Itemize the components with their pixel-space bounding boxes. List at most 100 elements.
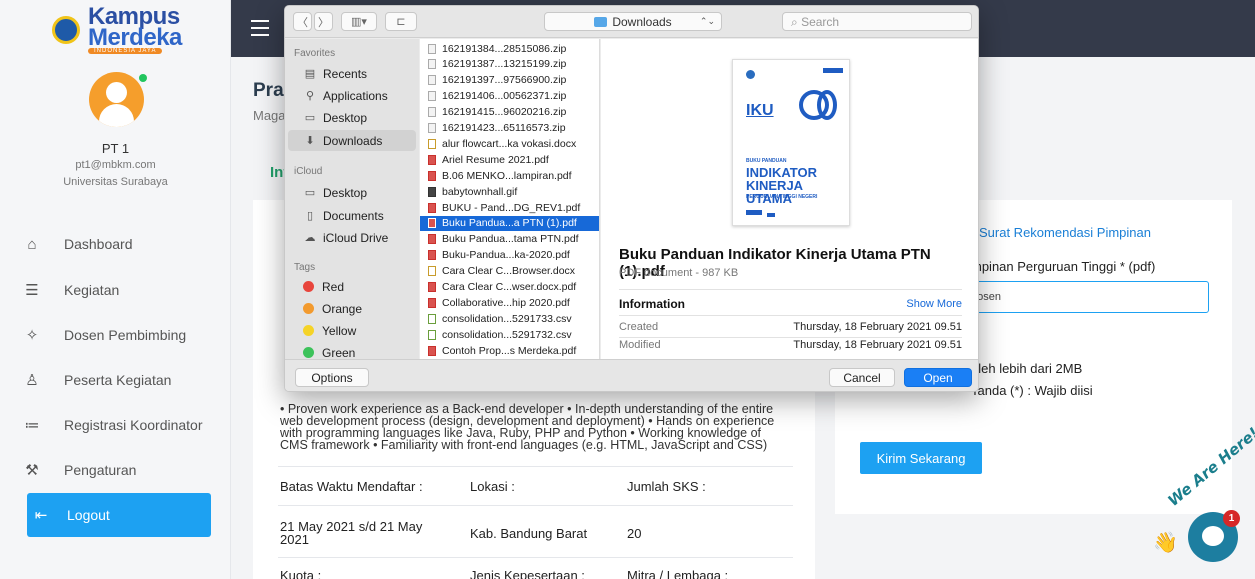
avatar-body [99, 104, 134, 127]
sidebar-item-desktop[interactable]: ▭ Desktop [288, 107, 416, 128]
file-row[interactable]: consolidation...5291733.csv [420, 311, 599, 326]
quota-header: Kuota : [280, 568, 322, 579]
cover-decoration [746, 210, 762, 215]
sidebar-item-applications[interactable]: ⚲ Applications [288, 85, 416, 106]
submit-button[interactable]: Kirim Sekarang [860, 442, 982, 474]
cancel-button[interactable]: Cancel [829, 368, 895, 387]
file-row[interactable]: Contoh Prop...s Merdeka.pdf [420, 343, 599, 358]
user-university: Universitas Surabaya [63, 176, 168, 188]
file-row[interactable]: Buku Pandua...tama PTN.pdf [420, 232, 599, 247]
view-mode-button[interactable]: ▥▾ [341, 12, 377, 31]
tags-head: Tags [294, 262, 316, 273]
message-icon: ☰ [25, 282, 39, 299]
open-button[interactable]: Open [904, 368, 972, 387]
wave-hand-icon: 👋 [1153, 532, 1178, 554]
cover-logo-text: IKU [746, 102, 774, 119]
sidebar-item-kegiatan[interactable]: ☰ Kegiatan [20, 270, 211, 310]
home-icon: ⌂ [27, 235, 37, 253]
zip-file-icon [428, 43, 436, 54]
chevron-updown-icon: ⌃⌄ [699, 16, 715, 26]
new-folder-button[interactable]: ⊏ [385, 12, 417, 31]
icloud-head: iCloud [294, 166, 323, 177]
file-open-dialog: 〈 〉 ▥▾ ⊏ Downloads ⌃⌄ ⌕ Search Favorites… [284, 5, 979, 392]
forward-button[interactable]: 〉 [314, 12, 333, 31]
sidebar-item-label: Peserta Kegiatan [64, 372, 172, 388]
sidebar-label: iCloud Drive [323, 230, 389, 245]
location-select[interactable]: Downloads ⌃⌄ [544, 12, 722, 31]
search-input[interactable]: ⌕ Search [782, 12, 972, 31]
doc-file-icon [428, 138, 436, 149]
avatar[interactable] [89, 72, 144, 127]
file-row[interactable]: 162191423...65116573.zip [420, 121, 599, 136]
dialog-sidebar: Favorites ▤ Recents ⚲ Applications ▭ Deskto… [285, 39, 419, 360]
cover-decoration [767, 213, 775, 217]
sidebar-item-dashboard[interactable]: ⌂ Dashboard [20, 224, 211, 264]
file-upload-input[interactable]: hosen [960, 281, 1209, 313]
options-button[interactable]: Options [295, 368, 369, 387]
location-value: Kab. Bandung Barat [470, 526, 588, 541]
kampus-merdeka-logo[interactable]: Kampus Merdeka INDONESIA JAYA [52, 5, 202, 54]
page-title: Pra [253, 80, 284, 101]
sidebar-item-pengaturan[interactable]: ⚒ Pengaturan [20, 450, 211, 490]
file-name: B.06 MENKO...lampiran.pdf [442, 169, 572, 182]
cover-line3: PERGURUAN TINGGI NEGERI [746, 194, 818, 200]
file-row[interactable]: 162191415...96020216.zip [420, 105, 599, 120]
file-row[interactable]: 162191406...00562371.zip [420, 89, 599, 104]
avatar-head [106, 82, 127, 103]
sidebar-item-recents[interactable]: ▤ Recents [288, 63, 416, 84]
file-row[interactable]: BUKU - Pand...DG_REV1.pdf [420, 200, 599, 215]
file-name: Collaborative...hip 2020.pdf [442, 296, 570, 309]
pdf-file-icon [428, 234, 436, 245]
file-row[interactable]: 162191387...13215199.zip [420, 57, 599, 72]
file-row[interactable]: Buku-Pandua...ka-2020.pdf [420, 248, 599, 263]
created-value: Thursday, 18 February 2021 09.51 [793, 321, 962, 333]
divider [619, 315, 962, 316]
recommendation-link[interactable]: Surat Rekomendasi Pimpinan [979, 225, 1151, 240]
downloads-icon: ⬇ [305, 135, 315, 147]
sidebar-item-downloads[interactable]: ⬇ Downloads [288, 130, 416, 151]
cover-decoration [823, 68, 843, 73]
pdf-file-icon [428, 297, 436, 308]
back-button[interactable]: 〈 [293, 12, 312, 31]
dialog-toolbar: 〈 〉 ▥▾ ⊏ Downloads ⌃⌄ ⌕ Search [285, 6, 978, 38]
tag-yellow[interactable]: Yellow [288, 320, 416, 341]
tag-red[interactable]: Red [288, 276, 416, 297]
preview-file-kind: PDF document - 987 KB [619, 267, 739, 279]
sidebar-item-label: Pengaturan [64, 462, 137, 478]
file-row[interactable]: Ariel Resume 2021.pdf [420, 152, 599, 167]
file-row[interactable]: Collaborative...hip 2020.pdf [420, 295, 599, 310]
sidebar: Kampus Merdeka INDONESIA JAYA PT 1 pt1@m… [0, 0, 231, 579]
applications-icon: ⚲ [305, 90, 315, 102]
sidebar-item-dosen-pembimbing[interactable]: ✧ Dosen Pembimbing [20, 315, 211, 355]
sidebar-item-icloud-desktop[interactable]: ▭ Desktop [288, 182, 416, 203]
logo-line2: Merdeka [88, 24, 182, 51]
modified-value: Thursday, 18 February 2021 09.51 [793, 339, 962, 351]
file-row[interactable]: B.06 MENKO...lampiran.pdf [420, 168, 599, 183]
file-row[interactable]: 162191397...97566900.zip [420, 73, 599, 88]
modified-label: Modified [619, 339, 661, 351]
book-cover-thumbnail: IKU BUKU PANDUAN INDIKATOR KINERJA UTAMA … [732, 59, 850, 226]
file-name: 162191423...65116573.zip [442, 122, 566, 134]
file-row[interactable]: consolidation...5291732.csv [420, 327, 599, 342]
zip-file-icon [428, 107, 436, 118]
sidebar-item-registrasi-koordinator[interactable]: ≔ Registrasi Koordinator [20, 405, 211, 445]
tag-orange[interactable]: Orange [288, 298, 416, 319]
orange-tag-icon [303, 303, 314, 314]
file-row[interactable]: Cara Clear C...Browser.docx [420, 264, 599, 279]
file-list: 162191384...28515086.zip 162191387...1321… [420, 39, 600, 359]
file-row[interactable]: 162191384...28515086.zip [420, 41, 599, 56]
sidebar-item-documents[interactable]: ▯ Documents [288, 205, 416, 226]
sidebar-item-icloud-drive[interactable]: ☁ iCloud Drive [288, 227, 416, 248]
file-row[interactable]: alur flowcart...ka vokasi.docx [420, 136, 599, 151]
user-name: PT 1 [101, 141, 130, 156]
file-row[interactable]: babytownhall.gif [420, 184, 599, 199]
sidebar-item-peserta-kegiatan[interactable]: ♙ Peserta Kegiatan [20, 360, 211, 400]
file-row[interactable]: Cara Clear C...wser.docx.pdf [420, 280, 599, 295]
sidebar-label: Applications [323, 88, 388, 103]
ministry-logo-icon [746, 70, 755, 79]
hamburger-menu-icon[interactable] [251, 20, 269, 36]
file-row[interactable]: Buku Pandua...a PTN (1).pdf [420, 215, 599, 231]
folder-icon [594, 16, 608, 27]
sidebar-item-logout[interactable]: ⇤ Logout [27, 493, 211, 537]
show-more-link[interactable]: Show More [906, 298, 962, 310]
